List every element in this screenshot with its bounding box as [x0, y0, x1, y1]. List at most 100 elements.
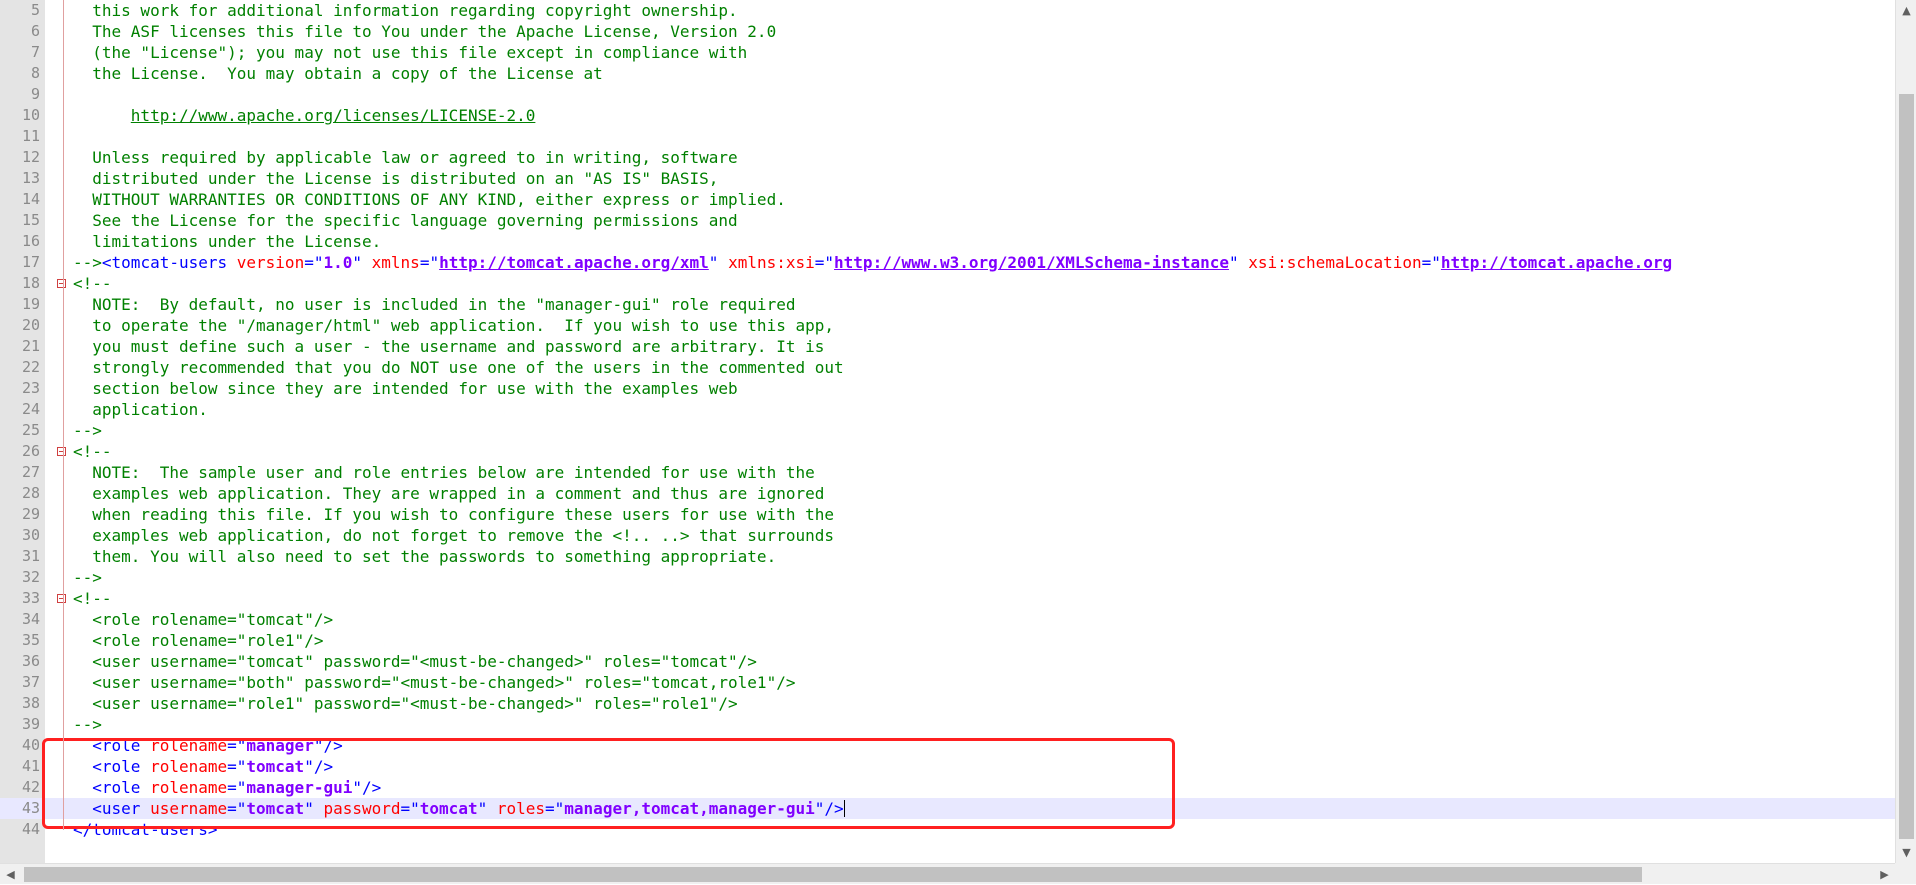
code-line-30[interactable]: 30 examples web application, do not forg…: [0, 525, 1895, 546]
code-text[interactable]: examples web application, do not forget …: [73, 525, 834, 546]
code-token: <user username="tomcat" password="<must-…: [73, 652, 757, 671]
code-text[interactable]: -->: [73, 567, 102, 588]
code-line-29[interactable]: 29 when reading this file. If you wish t…: [0, 504, 1895, 525]
scroll-left-icon[interactable]: ◀: [0, 864, 21, 885]
code-text[interactable]: <user username="role1" password="<must-b…: [73, 693, 737, 714]
code-text[interactable]: this work for additional information reg…: [73, 0, 737, 21]
code-editor[interactable]: 5 this work for additional information r…: [0, 0, 1895, 863]
line-number: 29: [21, 505, 40, 523]
scroll-up-icon[interactable]: ▲: [1896, 0, 1916, 21]
code-line-17[interactable]: 17 --><tomcat-users version="1.0" xmlns="…: [0, 252, 1895, 273]
fold-minus-icon[interactable]: [57, 594, 66, 603]
code-text[interactable]: when reading this file. If you wish to c…: [73, 504, 834, 525]
code-line-11[interactable]: 11: [0, 126, 1895, 147]
code-line-12[interactable]: 12 Unless required by applicable law or …: [0, 147, 1895, 168]
code-text[interactable]: the License. You may obtain a copy of th…: [73, 63, 603, 84]
code-text[interactable]: to operate the "/manager/html" web appli…: [73, 315, 834, 336]
code-text[interactable]: (the "License"); you may not use this fi…: [73, 42, 747, 63]
code-line-38[interactable]: 38 <user username="role1" password="<mus…: [0, 693, 1895, 714]
code-line-33[interactable]: 33 <!--: [0, 588, 1895, 609]
code-token: <role rolename="role1"/>: [73, 631, 324, 650]
code-text[interactable]: application.: [73, 399, 208, 420]
code-line-22[interactable]: 22 strongly recommended that you do NOT …: [0, 357, 1895, 378]
code-line-14[interactable]: 14 WITHOUT WARRANTIES OR CONDITIONS OF A…: [0, 189, 1895, 210]
code-text[interactable]: you must define such a user - the userna…: [73, 336, 824, 357]
code-line-10[interactable]: 10 http://www.apache.org/licenses/LICENS…: [0, 105, 1895, 126]
code-line-34[interactable]: 34 <role rolename="tomcat"/>: [0, 609, 1895, 630]
code-text[interactable]: <role rolename="role1"/>: [73, 630, 323, 651]
line-number: 32: [21, 568, 40, 586]
fold-minus-icon[interactable]: [57, 447, 66, 456]
code-line-18[interactable]: 18 <!--: [0, 273, 1895, 294]
code-line-16[interactable]: 16 limitations under the License.: [0, 231, 1895, 252]
code-token: distributed under the License is distrib…: [73, 169, 719, 188]
code-text[interactable]: <!--: [73, 273, 112, 294]
code-line-6[interactable]: 6 The ASF licenses this file to You unde…: [0, 21, 1895, 42]
code-line-9[interactable]: 9: [0, 84, 1895, 105]
code-token: =": [304, 253, 324, 272]
code-text[interactable]: Unless required by applicable law or agr…: [73, 147, 737, 168]
code-text[interactable]: NOTE: By default, no user is included in…: [73, 294, 795, 315]
code-text[interactable]: limitations under the License.: [73, 231, 381, 252]
code-line-5[interactable]: 5 this work for additional information r…: [0, 0, 1895, 21]
horizontal-scroll-thumb[interactable]: [24, 867, 1642, 882]
code-text[interactable]: NOTE: The sample user and role entries b…: [73, 462, 814, 483]
code-text[interactable]: <user username="both" password="<must-be…: [73, 672, 795, 693]
code-text[interactable]: <!--: [73, 441, 112, 462]
line-number: 42: [21, 778, 40, 796]
code-line-21[interactable]: 21 you must define such a user - the use…: [0, 336, 1895, 357]
scroll-right-icon[interactable]: ▶: [1874, 864, 1895, 885]
code-token: =": [814, 253, 835, 272]
code-token: 1.0: [323, 253, 353, 272]
line-number: 43: [21, 799, 40, 817]
code-token: <tomcat-users: [101, 253, 237, 272]
code-line-8[interactable]: 8 the License. You may obtain a copy of …: [0, 63, 1895, 84]
code-line-36[interactable]: 36 <user username="tomcat" password="<mu…: [0, 651, 1895, 672]
code-line-19[interactable]: 19 NOTE: By default, no user is included…: [0, 294, 1895, 315]
line-number: 23: [21, 379, 40, 397]
code-line-13[interactable]: 13 distributed under the License is dist…: [0, 168, 1895, 189]
vertical-scroll-thumb[interactable]: [1899, 94, 1914, 839]
code-line-32[interactable]: 32 -->: [0, 567, 1895, 588]
code-text[interactable]: <!--: [73, 588, 112, 609]
code-text[interactable]: <role rolename="tomcat"/>: [73, 609, 333, 630]
code-line-39[interactable]: 39 -->: [0, 714, 1895, 735]
line-number: 17: [21, 253, 40, 271]
code-line-23[interactable]: 23 section below since they are intended…: [0, 378, 1895, 399]
code-text[interactable]: section below since they are intended fo…: [73, 378, 737, 399]
line-number: 19: [21, 295, 40, 313]
code-line-26[interactable]: 26 <!--: [0, 441, 1895, 462]
code-text[interactable]: examples web application. They are wrapp…: [73, 483, 824, 504]
code-text[interactable]: WITHOUT WARRANTIES OR CONDITIONS OF ANY …: [73, 189, 786, 210]
line-number: 8: [30, 64, 40, 82]
code-text[interactable]: -->: [73, 714, 102, 735]
code-line-37[interactable]: 37 <user username="both" password="<must…: [0, 672, 1895, 693]
code-text[interactable]: <user username="tomcat" password="<must-…: [73, 651, 757, 672]
line-number: 44: [21, 820, 40, 838]
code-text[interactable]: The ASF licenses this file to You under …: [73, 21, 776, 42]
line-number: 5: [30, 1, 40, 19]
code-line-24[interactable]: 24 application.: [0, 399, 1895, 420]
line-number: 28: [21, 484, 40, 502]
code-line-27[interactable]: 27 NOTE: The sample user and role entrie…: [0, 462, 1895, 483]
code-line-15[interactable]: 15 See the License for the specific lang…: [0, 210, 1895, 231]
vertical-scrollbar[interactable]: ▲ ▼: [1895, 0, 1916, 863]
fold-minus-icon[interactable]: [57, 279, 66, 288]
code-line-31[interactable]: 31 them. You will also need to set the p…: [0, 546, 1895, 567]
code-text[interactable]: distributed under the License is distrib…: [73, 168, 718, 189]
code-line-7[interactable]: 7 (the "License"); you may not use this …: [0, 42, 1895, 63]
scroll-down-icon[interactable]: ▼: [1896, 842, 1916, 863]
code-text[interactable]: them. You will also need to set the pass…: [73, 546, 776, 567]
horizontal-scrollbar[interactable]: ◀ ▶: [0, 863, 1895, 884]
code-text[interactable]: strongly recommended that you do NOT use…: [73, 357, 843, 378]
code-line-28[interactable]: 28 examples web application. They are wr…: [0, 483, 1895, 504]
code-text[interactable]: http://www.apache.org/licenses/LICENSE-2…: [73, 105, 536, 126]
code-text[interactable]: --><tomcat-users version="1.0" xmlns="ht…: [73, 252, 1672, 273]
code-line-35[interactable]: 35 <role rolename="role1"/>: [0, 630, 1895, 651]
code-text[interactable]: -->: [73, 420, 102, 441]
code-text[interactable]: See the License for the specific languag…: [73, 210, 737, 231]
code-line-20[interactable]: 20 to operate the "/manager/html" web ap…: [0, 315, 1895, 336]
code-token: xmlns:xsi: [728, 253, 815, 272]
code-token: them. You will also need to set the pass…: [73, 547, 777, 566]
code-line-25[interactable]: 25 -->: [0, 420, 1895, 441]
